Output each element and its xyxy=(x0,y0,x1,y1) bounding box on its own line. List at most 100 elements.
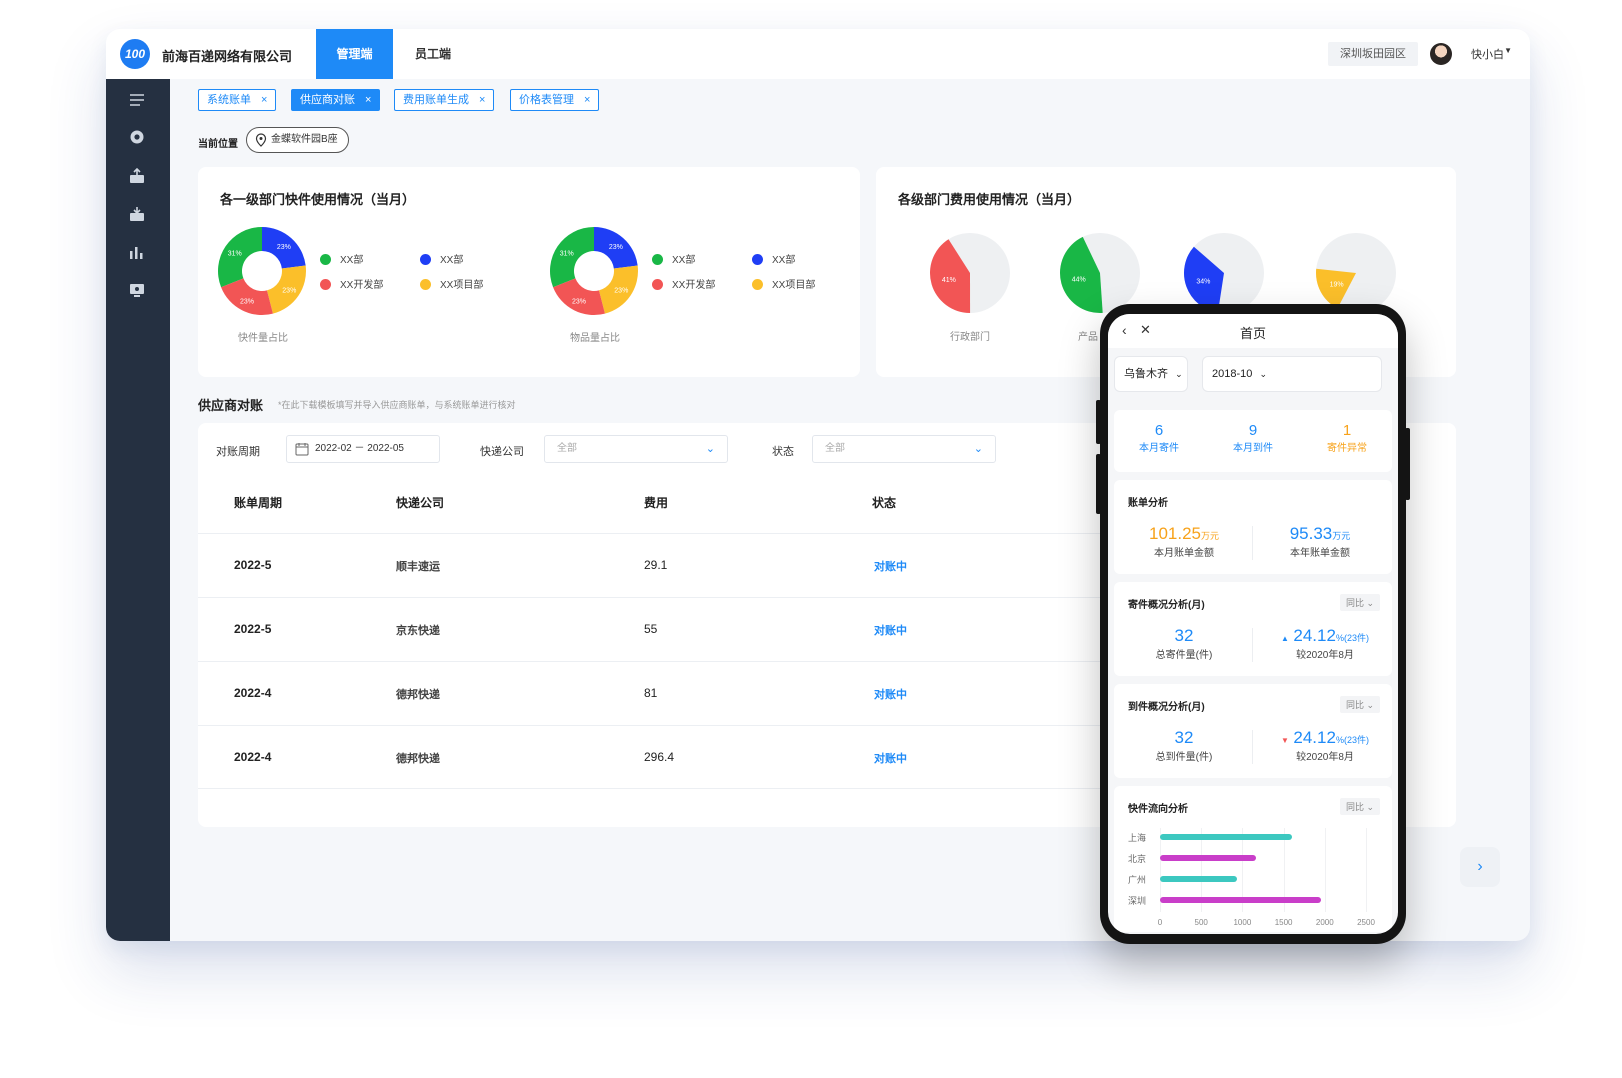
table-row[interactable]: 2022-4 德邦快递 81 对账中 xyxy=(198,661,1198,725)
location-value: 金蝶软件园B座 xyxy=(271,134,338,145)
menu-icon[interactable] xyxy=(128,91,146,109)
receive-yoy: ▼ 24.12%(23件) 较2020年8月 xyxy=(1262,728,1388,763)
send-yoy-value: 24.12 xyxy=(1293,626,1336,645)
flow-bar-chart: 0 500 1000 1500 2000 2500 上海 北京 广州 深圳 xyxy=(1114,786,1392,932)
stat-received[interactable]: 9 本月到件 xyxy=(1208,422,1298,454)
period-range-input[interactable]: 2022-02 － 2022-05 xyxy=(286,435,440,463)
donut-slice-label: 23% xyxy=(609,244,623,251)
period-label: 对账周期 xyxy=(216,446,260,458)
city-value: 乌鲁木齐 xyxy=(1124,368,1168,380)
close-icon[interactable]: × xyxy=(584,94,590,106)
donut-chart-shipments: 31% 23% 23% 23% xyxy=(218,227,306,315)
stat-sent[interactable]: 6 本月寄件 xyxy=(1114,422,1204,454)
avatar[interactable] xyxy=(1430,43,1452,65)
send-box-icon[interactable] xyxy=(128,167,146,185)
card-title: 到件概况分析(月) xyxy=(1128,702,1205,713)
year-bill-label: 本年账单金额 xyxy=(1290,548,1350,559)
settings-icon[interactable] xyxy=(128,128,146,146)
receive-box-icon[interactable] xyxy=(128,205,146,223)
cost-pie-label: 行政部门 xyxy=(950,332,990,343)
compare-dropdown[interactable]: 同比 ⌄ xyxy=(1339,696,1380,713)
donut-chart-items: 31% 23% 23% 23% xyxy=(550,227,638,315)
cell-fee: 55 xyxy=(644,622,658,636)
cell-courier: 京东快递 xyxy=(396,625,440,637)
tab-label: 费用账单生成 xyxy=(403,94,469,106)
column-header-period: 账单周期 xyxy=(234,496,283,510)
stat-exception[interactable]: 1 寄件异常 xyxy=(1302,422,1392,454)
mobile-phone: ‹ ✕ 首页 乌鲁木齐 ⌄ 2018-10 ⌄ 6 本月寄件 9 本月到件 1 … xyxy=(1096,304,1410,944)
phone-side-button xyxy=(1096,400,1101,444)
stat-label: 本月到件 xyxy=(1233,443,1273,454)
compare-dropdown[interactable]: 同比 ⌄ xyxy=(1339,594,1380,611)
close-icon[interactable]: × xyxy=(261,94,267,106)
x-tick-label: 2500 xyxy=(1357,918,1375,927)
statistics-icon[interactable] xyxy=(128,243,146,261)
close-icon[interactable]: × xyxy=(479,94,485,106)
tab-label: 系统账单 xyxy=(207,94,251,106)
legend-item: XX开发部 xyxy=(652,276,715,291)
legend-item: XX部 xyxy=(652,251,695,266)
x-tick-label: 2000 xyxy=(1315,918,1334,927)
donut-slice-label: 23% xyxy=(240,298,254,305)
phone-side-button xyxy=(1405,428,1410,500)
nav-tab-employee[interactable]: 员工端 xyxy=(398,29,468,79)
region-selector[interactable]: 深圳坂田园区 xyxy=(1328,42,1418,66)
tab-system-bill[interactable]: 系统账单 × xyxy=(198,89,277,111)
user-dropdown-icon[interactable]: ▼ xyxy=(1504,46,1512,55)
divider xyxy=(1252,628,1253,662)
username[interactable]: 快小白 xyxy=(1471,46,1504,62)
cell-status-link[interactable]: 对账中 xyxy=(874,686,907,702)
next-page-button[interactable]: › xyxy=(1460,847,1500,887)
flow-bar xyxy=(1160,897,1321,903)
close-icon[interactable]: × xyxy=(365,94,371,106)
tab-price-table[interactable]: 价格表管理 × xyxy=(510,89,600,111)
phone-side-button xyxy=(1096,454,1101,514)
send-yoy-extra: (23件) xyxy=(1343,633,1369,643)
legend-item: XX项目部 xyxy=(752,276,815,291)
table-row[interactable]: 2022-5 京东快递 55 对账中 xyxy=(198,597,1198,661)
reconcile-note: *在此下载模板填写并导入供应商账单，与系统账单进行核对 xyxy=(278,400,516,410)
unit: % xyxy=(1335,735,1344,745)
cell-status-link[interactable]: 对账中 xyxy=(874,558,907,574)
status-select[interactable]: 全部 ⌄ xyxy=(812,435,996,463)
mobile-page-title: 首页 xyxy=(1239,326,1266,341)
mobile-screen: ‹ ✕ 首页 乌鲁木齐 ⌄ 2018-10 ⌄ 6 本月寄件 9 本月到件 1 … xyxy=(1108,314,1398,934)
chevron-down-icon: ⌄ xyxy=(973,443,983,455)
receive-yoy-extra: (23件) xyxy=(1343,735,1369,745)
period-value: 2022-02 － 2022-05 xyxy=(315,443,404,454)
status-label: 状态 xyxy=(772,446,794,458)
cell-status-link[interactable]: 对账中 xyxy=(874,622,907,638)
tab-supplier-reconcile[interactable]: 供应商对账 × xyxy=(291,89,381,111)
city-select[interactable]: 乌鲁木齐 ⌄ xyxy=(1114,356,1188,392)
y-category-label: 深圳 xyxy=(1128,896,1147,906)
cost-pie-chart: 34% xyxy=(1184,233,1264,313)
cell-status-link[interactable]: 对账中 xyxy=(874,750,907,766)
month-value: 2018-10 xyxy=(1212,368,1253,380)
x-tick-label: 500 xyxy=(1194,918,1208,927)
send-total: 32 总寄件量(件) xyxy=(1134,626,1234,661)
y-category-label: 北京 xyxy=(1128,854,1147,864)
column-header-fee: 费用 xyxy=(644,496,669,510)
card-title: 账单分析 xyxy=(1128,498,1168,509)
cost-pie-chart: 41% xyxy=(930,233,1010,313)
company-name: 前海百递网络有限公司 xyxy=(162,49,293,64)
y-category-label: 上海 xyxy=(1128,833,1147,843)
monitor-icon[interactable] xyxy=(128,281,146,299)
table-row[interactable]: 2022-5 顺丰速运 29.1 对账中 xyxy=(198,533,1198,597)
nav-tab-admin[interactable]: 管理端 xyxy=(316,29,393,79)
cell-fee: 29.1 xyxy=(644,558,668,572)
divider xyxy=(1252,730,1253,764)
cell-courier: 德邦快递 xyxy=(396,689,440,701)
chevron-down-icon: ⌄ xyxy=(705,443,715,455)
flow-bar xyxy=(1160,876,1238,882)
legend-item: XX项目部 xyxy=(420,276,483,291)
send-yoy-label: 较2020年8月 xyxy=(1296,650,1354,661)
courier-select[interactable]: 全部 ⌄ xyxy=(544,435,728,463)
month-select[interactable]: 2018-10 ⌄ xyxy=(1202,356,1382,392)
table-row[interactable]: 2022-4 德邦快递 296.4 对账中 xyxy=(198,725,1198,789)
arrow-down-icon: ▼ xyxy=(1281,736,1289,745)
tab-fee-bill-generate[interactable]: 费用账单生成 × xyxy=(394,89,495,111)
tab-label: 供应商对账 xyxy=(300,94,355,106)
location-selector[interactable]: 金蝶软件园B座 xyxy=(246,127,349,153)
flow-bar xyxy=(1160,834,1292,840)
